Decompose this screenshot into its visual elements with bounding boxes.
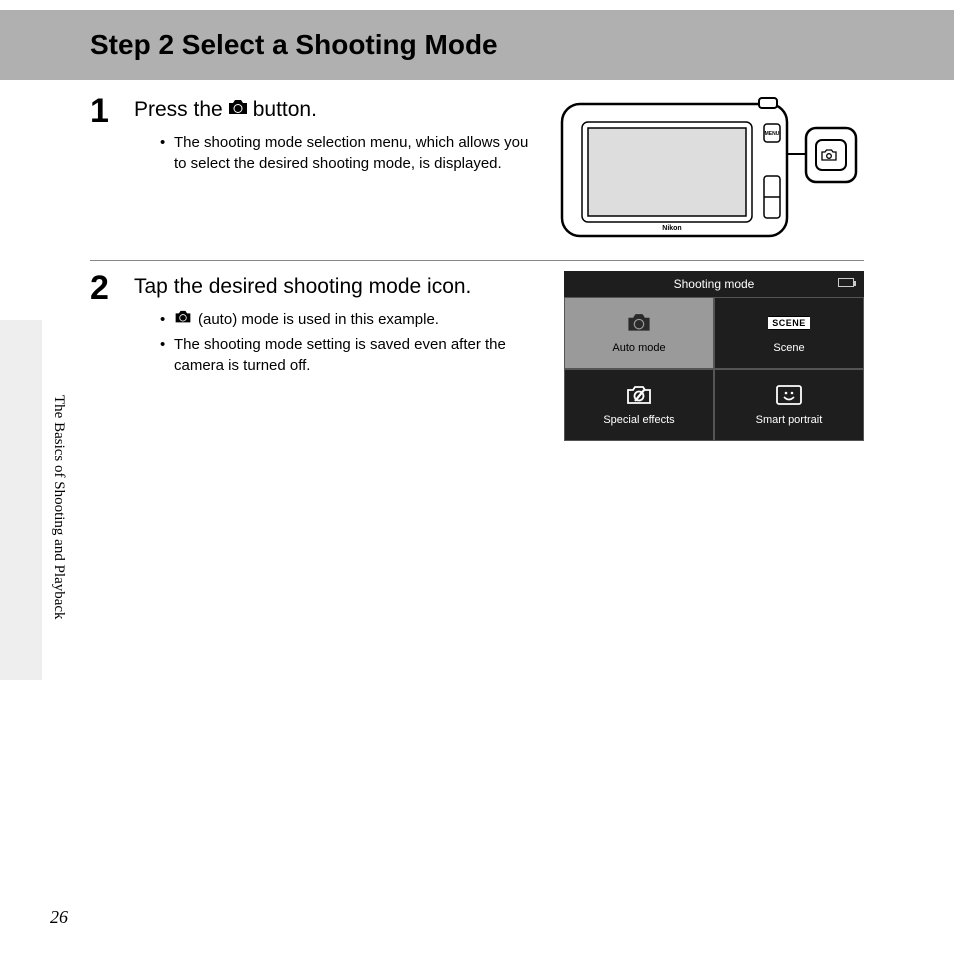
section-label: The Basics of Shooting and Playback: [50, 395, 67, 620]
step-number: 2: [90, 271, 118, 305]
step-number: 1: [90, 94, 118, 128]
page-title: Step 2 Select a Shooting Mode: [90, 29, 498, 61]
mode-label: Special effects: [603, 414, 674, 426]
step-2-bullets: (auto) mode is used in this example. The…: [134, 309, 544, 376]
smart-portrait-icon: [775, 384, 803, 406]
mode-smart-portrait[interactable]: Smart portrait: [714, 369, 864, 441]
camera-illustration: MENU Nikon: [554, 94, 864, 244]
special-effects-icon: [625, 384, 653, 406]
mode-menu-title-bar: Shooting mode: [564, 271, 864, 297]
mode-auto[interactable]: Auto mode: [564, 297, 714, 369]
mode-scene[interactable]: SCENE Scene: [714, 297, 864, 369]
step-2-title: Tap the desired shooting mode icon.: [134, 275, 544, 299]
step-1-bullets: The shooting mode selection menu, which …: [134, 132, 534, 174]
scene-icon: SCENE: [768, 312, 810, 334]
battery-icon: [838, 278, 854, 287]
mode-menu-title: Shooting mode: [674, 277, 755, 291]
side-tab: [0, 320, 42, 680]
svg-text:Nikon: Nikon: [662, 225, 681, 232]
shooting-mode-menu: Shooting mode Auto mode SCENE: [564, 271, 864, 441]
svg-text:MENU: MENU: [765, 131, 780, 137]
page-header: Step 2 Select a Shooting Mode: [0, 10, 954, 80]
mode-label: Auto mode: [612, 342, 665, 354]
mode-label: Smart portrait: [756, 414, 823, 426]
camera-icon: [174, 309, 192, 330]
mode-label: Scene: [773, 342, 804, 354]
camera-icon: [626, 312, 652, 334]
step-1-title: Press the button.: [134, 98, 534, 122]
step-1: 1 Press the button. The shooti: [90, 94, 534, 178]
divider: [90, 260, 864, 261]
camera-icon: [227, 98, 249, 122]
step-2: 2 Tap the desired shooting mode icon. (a: [90, 271, 544, 380]
mode-special-effects[interactable]: Special effects: [564, 369, 714, 441]
page-number: 26: [50, 907, 68, 928]
